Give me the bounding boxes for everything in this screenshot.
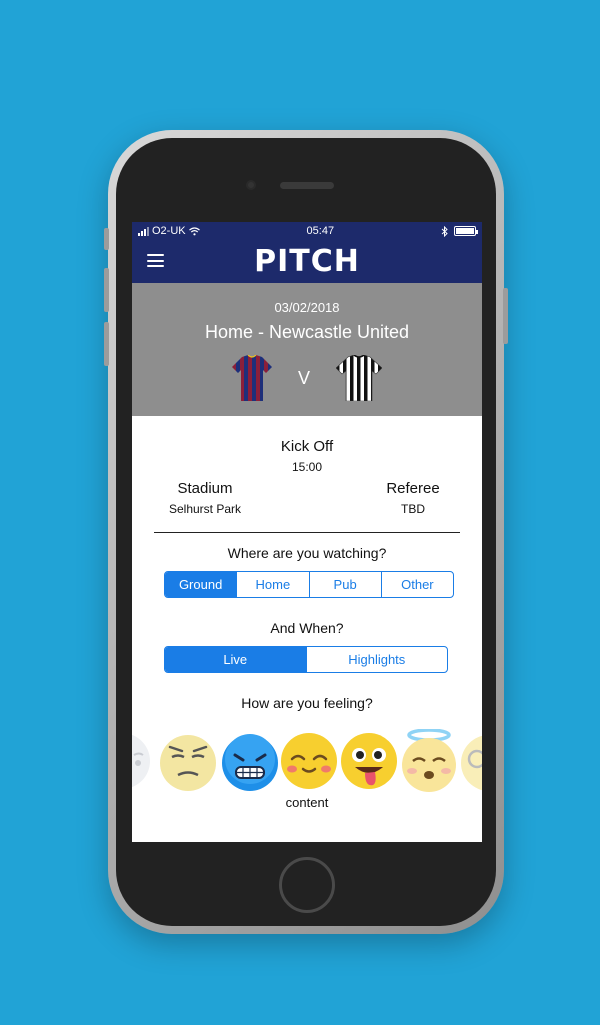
home-button[interactable] <box>279 857 335 913</box>
annoyed-emoji-icon[interactable] <box>156 729 220 793</box>
earpiece-speaker <box>280 182 334 189</box>
status-bar: O2-UK 05:47 <box>132 222 482 240</box>
watch-segmented-control: Ground Home Pub Other <box>164 571 454 598</box>
match-date: 03/02/2018 <box>274 300 340 315</box>
front-camera <box>246 180 256 190</box>
content-emoji-icon[interactable] <box>277 729 341 793</box>
match-header: 03/02/2018 Home - Newcastle United V <box>132 283 482 416</box>
when-question: And When? <box>270 620 344 636</box>
phone-volume-up <box>104 268 109 312</box>
bluetooth-icon <box>441 225 448 237</box>
referee-value: TBD <box>401 502 425 516</box>
nerd-emoji-icon[interactable] <box>457 729 482 793</box>
kickoff-label: Kick Off <box>280 438 334 455</box>
mood-label: content <box>285 795 329 810</box>
cold-emoji-icon[interactable] <box>218 729 282 793</box>
watch-option-other[interactable]: Other <box>382 572 453 597</box>
feeling-question: How are you feeling? <box>241 695 373 711</box>
phone-volume-down <box>104 322 109 366</box>
when-option-live[interactable]: Live <box>165 647 307 672</box>
silly-emoji-icon[interactable] <box>337 729 401 793</box>
phone-power-button <box>503 288 508 344</box>
app-screen: O2-UK 05:47 PITCH 03/02/2018 Home - Newc… <box>132 222 482 842</box>
home-kit-icon <box>231 355 272 401</box>
stadium-value: Selhurst Park <box>168 502 242 516</box>
status-time: 05:47 <box>306 225 335 237</box>
battery-icon <box>454 226 478 236</box>
watch-option-home[interactable]: Home <box>237 572 310 597</box>
when-segmented-control: Live Highlights <box>164 646 448 673</box>
wifi-icon <box>188 226 200 235</box>
match-details: Kick Off 15:00 Stadium Selhurst Park Ref… <box>132 416 482 810</box>
match-title: Home - Newcastle United <box>204 322 410 342</box>
watch-question: Where are you watching? <box>227 545 387 561</box>
watch-option-pub[interactable]: Pub <box>310 572 382 597</box>
kickoff-time: 15:00 <box>291 460 323 474</box>
versus-label: V <box>297 367 310 388</box>
away-kit-icon <box>336 355 382 401</box>
referee-label: Referee <box>386 480 440 497</box>
signal-icon <box>138 226 149 236</box>
watch-option-ground[interactable]: Ground <box>165 572 238 597</box>
when-option-highlights[interactable]: Highlights <box>307 647 448 672</box>
divider <box>154 532 460 533</box>
angel-emoji-icon[interactable] <box>397 729 461 793</box>
menu-icon[interactable] <box>147 254 164 267</box>
stadium-label: Stadium <box>177 480 233 497</box>
pale-emoji-icon[interactable] <box>132 729 154 793</box>
carrier-name: O2-UK <box>152 225 186 237</box>
phone-side-button <box>104 228 109 250</box>
nav-bar: PITCH <box>132 240 482 283</box>
app-logo: PITCH <box>254 244 360 279</box>
emoji-carousel[interactable] <box>132 729 482 793</box>
